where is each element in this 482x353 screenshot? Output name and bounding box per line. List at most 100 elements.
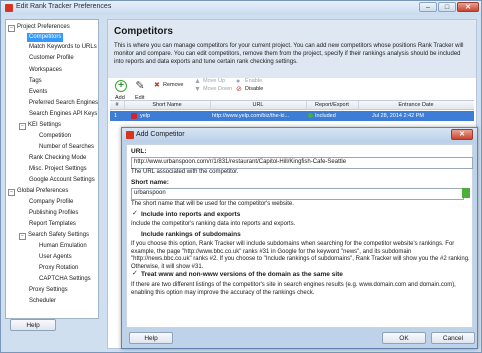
page-title: Competitors xyxy=(114,26,173,37)
minimize-button[interactable]: – xyxy=(419,2,437,12)
disable-icon[interactable]: ⊘ xyxy=(236,86,242,93)
tree-item-customer-profile[interactable]: Customer Profile xyxy=(27,54,76,63)
tree-item-proxy-settings[interactable]: Proxy Settings xyxy=(27,286,70,295)
include-reports-label[interactable]: Include into reports and exports xyxy=(141,211,240,218)
tree-item-number-of-searches[interactable]: Number of Searches xyxy=(37,143,96,152)
include-subdomains-checkbox[interactable] xyxy=(132,232,138,238)
move-up-icon[interactable]: ▲ xyxy=(194,78,201,85)
include-subdomains-label[interactable]: Include rankings of subdomains xyxy=(141,231,241,238)
tree-item-label: Report Templates xyxy=(29,221,76,227)
tree-item-proxy-rotation[interactable]: Proxy Rotation xyxy=(37,264,80,273)
tree-item-user-agents[interactable]: User Agents xyxy=(37,253,74,262)
tree-item-label: CAPTCHA Settings xyxy=(39,276,91,282)
tree-item-label: KEI Settings xyxy=(28,122,62,128)
remove-button[interactable]: Remove xyxy=(163,82,183,88)
tree-item-global-preferences[interactable]: − Global Preferences xyxy=(8,187,70,196)
move-up-button[interactable]: Move Up xyxy=(203,78,225,84)
tree-item-preferred-search-engines[interactable]: Preferred Search Engines xyxy=(27,99,99,108)
tree-item-label: Misc. Project Settings xyxy=(29,166,87,172)
cell-url: http://www.yelp.com/biz/the-ki... xyxy=(212,113,290,119)
tree-item-workspaces[interactable]: Workspaces xyxy=(27,66,64,75)
url-field[interactable]: http://www.urbanspoon.com/r/1/831/restau… xyxy=(131,157,473,169)
cell-short-name: yelp xyxy=(140,113,151,119)
cell-date: Jul 28, 2014 2:42 PM xyxy=(372,113,424,119)
column-header-url[interactable]: URL xyxy=(210,101,307,110)
tree-item-label: Human Emulation xyxy=(39,243,87,249)
tree-item-rank-checking-mode[interactable]: Rank Checking Mode xyxy=(27,154,88,163)
edit-icon[interactable]: ✎ xyxy=(134,81,146,93)
tree-item-events[interactable]: Events xyxy=(27,88,49,97)
treat-www-label[interactable]: Treat www and non-www versions of the do… xyxy=(141,271,343,278)
tree-item-kei-settings[interactable]: − KEI Settings xyxy=(19,121,63,130)
disable-button[interactable]: Disable xyxy=(245,86,263,92)
tree-item-search-engines-api-keys[interactable]: Search Engines API Keys xyxy=(27,110,98,119)
tree-item-scheduler[interactable]: Scheduler xyxy=(27,297,58,306)
tree-item-match-keywords[interactable]: Match Keywords to URLs xyxy=(27,43,98,52)
collapse-toggle-icon[interactable]: − xyxy=(8,25,15,32)
help-button[interactable]: Help xyxy=(10,319,56,331)
yelp-favicon-icon xyxy=(131,113,137,119)
tree-item-project-preferences[interactable]: − Project Preferences xyxy=(8,23,72,32)
tree-item-competition[interactable]: Competition xyxy=(37,132,73,141)
tree-item-label: Events xyxy=(29,89,48,95)
tree-item-label: Proxy Rotation xyxy=(39,265,79,271)
tree-item-captcha-settings[interactable]: CAPTCHA Settings xyxy=(37,275,93,284)
treat-www-checkbox[interactable]: ✓ xyxy=(132,270,138,277)
tree-item-search-safety-settings[interactable]: − Search Safety Settings xyxy=(19,231,91,240)
column-header-short-name[interactable]: Short Name xyxy=(124,101,211,110)
tree-item-label: Competitors xyxy=(27,33,64,42)
app-icon xyxy=(5,4,13,12)
collapse-toggle-icon[interactable]: − xyxy=(19,123,26,130)
tree-item-label: User Agents xyxy=(39,254,72,260)
dialog-app-icon xyxy=(126,131,134,139)
title-bar[interactable]: Edit Rank Tracker Preferences – □ ✕ xyxy=(1,1,481,15)
window-title: Edit Rank Tracker Preferences xyxy=(16,3,112,10)
tree-item-human-emulation[interactable]: Human Emulation xyxy=(37,242,89,251)
dialog-title-bar[interactable]: Add Competitor ✕ xyxy=(122,128,477,142)
remove-icon[interactable]: ✖ xyxy=(154,82,160,89)
tree-item-tags[interactable]: Tags xyxy=(27,77,44,86)
include-subdomains-help: If you choose this option, Rank Tracker … xyxy=(131,241,470,270)
dialog-body: URL: http://www.urbanspoon.com/r/1/831/r… xyxy=(126,144,473,328)
tree-item-label: Google Account Settings xyxy=(29,177,95,183)
tree-item-label: Publishing Profiles xyxy=(29,210,79,216)
add-competitor-dialog: Add Competitor ✕ URL: http://www.urbansp… xyxy=(121,127,478,349)
collapse-toggle-icon[interactable]: − xyxy=(8,189,15,196)
tree-item-label: Preferred Search Engines xyxy=(29,100,99,106)
tree-item-label: Rank Checking Mode xyxy=(29,155,87,161)
tree-item-label: Tags xyxy=(29,78,42,84)
page-description: This is where you can manage competitors… xyxy=(114,43,464,65)
tree-item-label: Search Safety Settings xyxy=(28,232,90,238)
dialog-close-button[interactable]: ✕ xyxy=(451,129,473,140)
move-down-icon[interactable]: ▼ xyxy=(194,86,201,93)
tree-item-google-account-settings[interactable]: Google Account Settings xyxy=(27,176,97,185)
tree-item-company-profile[interactable]: Company Profile xyxy=(27,198,75,207)
table-row[interactable]: 1 yelp http://www.yelp.com/biz/the-ki...… xyxy=(110,111,474,121)
url-help-text: The URL associated with the competitor. xyxy=(131,169,239,175)
include-reports-checkbox[interactable]: ✓ xyxy=(132,210,138,217)
add-icon[interactable]: + xyxy=(115,80,127,92)
ok-button[interactable]: OK xyxy=(382,332,426,344)
short-name-field[interactable]: urbanspoon xyxy=(131,188,464,200)
column-header-entrance-date[interactable]: Entrance Date xyxy=(358,101,474,110)
maximize-button[interactable]: □ xyxy=(438,2,456,12)
close-button[interactable]: ✕ xyxy=(457,2,479,12)
dialog-help-button[interactable]: Help xyxy=(129,332,173,344)
preferences-tree: − Project Preferences Competitors Match … xyxy=(5,19,99,319)
tree-item-label: Match Keywords to URLs xyxy=(29,44,97,50)
tree-item-label: Global Preferences xyxy=(17,188,69,194)
cancel-button[interactable]: Cancel xyxy=(431,332,475,344)
column-header-report-export[interactable]: Report/Export xyxy=(306,101,359,110)
enable-button[interactable]: Enable xyxy=(245,78,262,84)
tree-item-label: Competition xyxy=(39,133,72,139)
cell-report-text: Included xyxy=(315,113,336,119)
collapse-toggle-icon[interactable]: − xyxy=(19,233,26,240)
tree-item-label: Number of Searches xyxy=(39,144,95,150)
tree-item-publishing-profiles[interactable]: Publishing Profiles xyxy=(27,209,80,218)
enable-icon[interactable]: ● xyxy=(236,78,240,85)
tree-item-report-templates[interactable]: Report Templates xyxy=(27,220,78,229)
column-header-num[interactable]: # xyxy=(110,101,125,110)
tree-item-misc-project-settings[interactable]: Misc. Project Settings xyxy=(27,165,89,174)
tree-item-competitors[interactable]: Competitors xyxy=(27,33,64,42)
move-down-button[interactable]: Move Down xyxy=(203,86,232,92)
